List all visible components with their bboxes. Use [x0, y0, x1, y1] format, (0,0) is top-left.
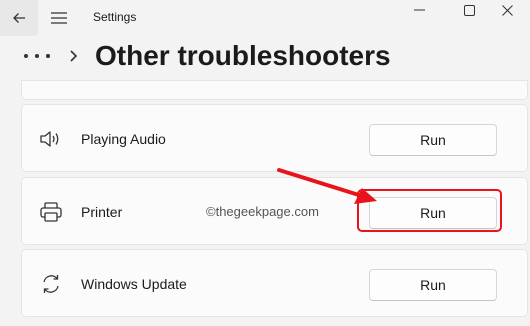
troubleshooter-label: Playing Audio — [81, 131, 166, 147]
watermark-text: ©thegeekpage.com — [206, 204, 319, 219]
minimize-button[interactable] — [396, 0, 442, 20]
close-button[interactable] — [484, 0, 530, 20]
chevron-right-icon — [70, 50, 78, 62]
troubleshooter-card-partial — [21, 80, 528, 100]
troubleshooter-card-windows-update: Windows Update Run — [21, 249, 528, 317]
back-arrow-icon — [13, 13, 25, 23]
refresh-icon — [39, 273, 63, 295]
navigation-menu-button[interactable] — [48, 8, 70, 28]
run-printer-button[interactable]: Run — [369, 197, 497, 229]
back-button[interactable] — [0, 0, 38, 36]
troubleshooter-card-printer: Printer ©thegeekpage.com Run — [21, 177, 528, 245]
run-windows-update-button[interactable]: Run — [369, 269, 497, 301]
page-title: Other troubleshooters — [95, 40, 391, 71]
minimize-icon — [413, 9, 425, 11]
troubleshooter-card-playing-audio: Playing Audio Run — [21, 104, 528, 172]
title-bar: Settings — [0, 0, 530, 36]
printer-icon — [39, 201, 63, 223]
troubleshooter-label: Printer — [81, 204, 123, 220]
breadcrumb-more-icon[interactable] — [24, 51, 50, 61]
speaker-icon — [39, 128, 63, 150]
app-title: Settings — [93, 10, 137, 24]
breadcrumb: Other troubleshooters — [0, 36, 530, 86]
troubleshooter-label: Windows Update — [81, 276, 187, 292]
run-playing-audio-button[interactable]: Run — [369, 124, 497, 156]
close-icon — [501, 4, 513, 16]
maximize-icon — [463, 4, 475, 16]
hamburger-icon — [51, 12, 67, 24]
